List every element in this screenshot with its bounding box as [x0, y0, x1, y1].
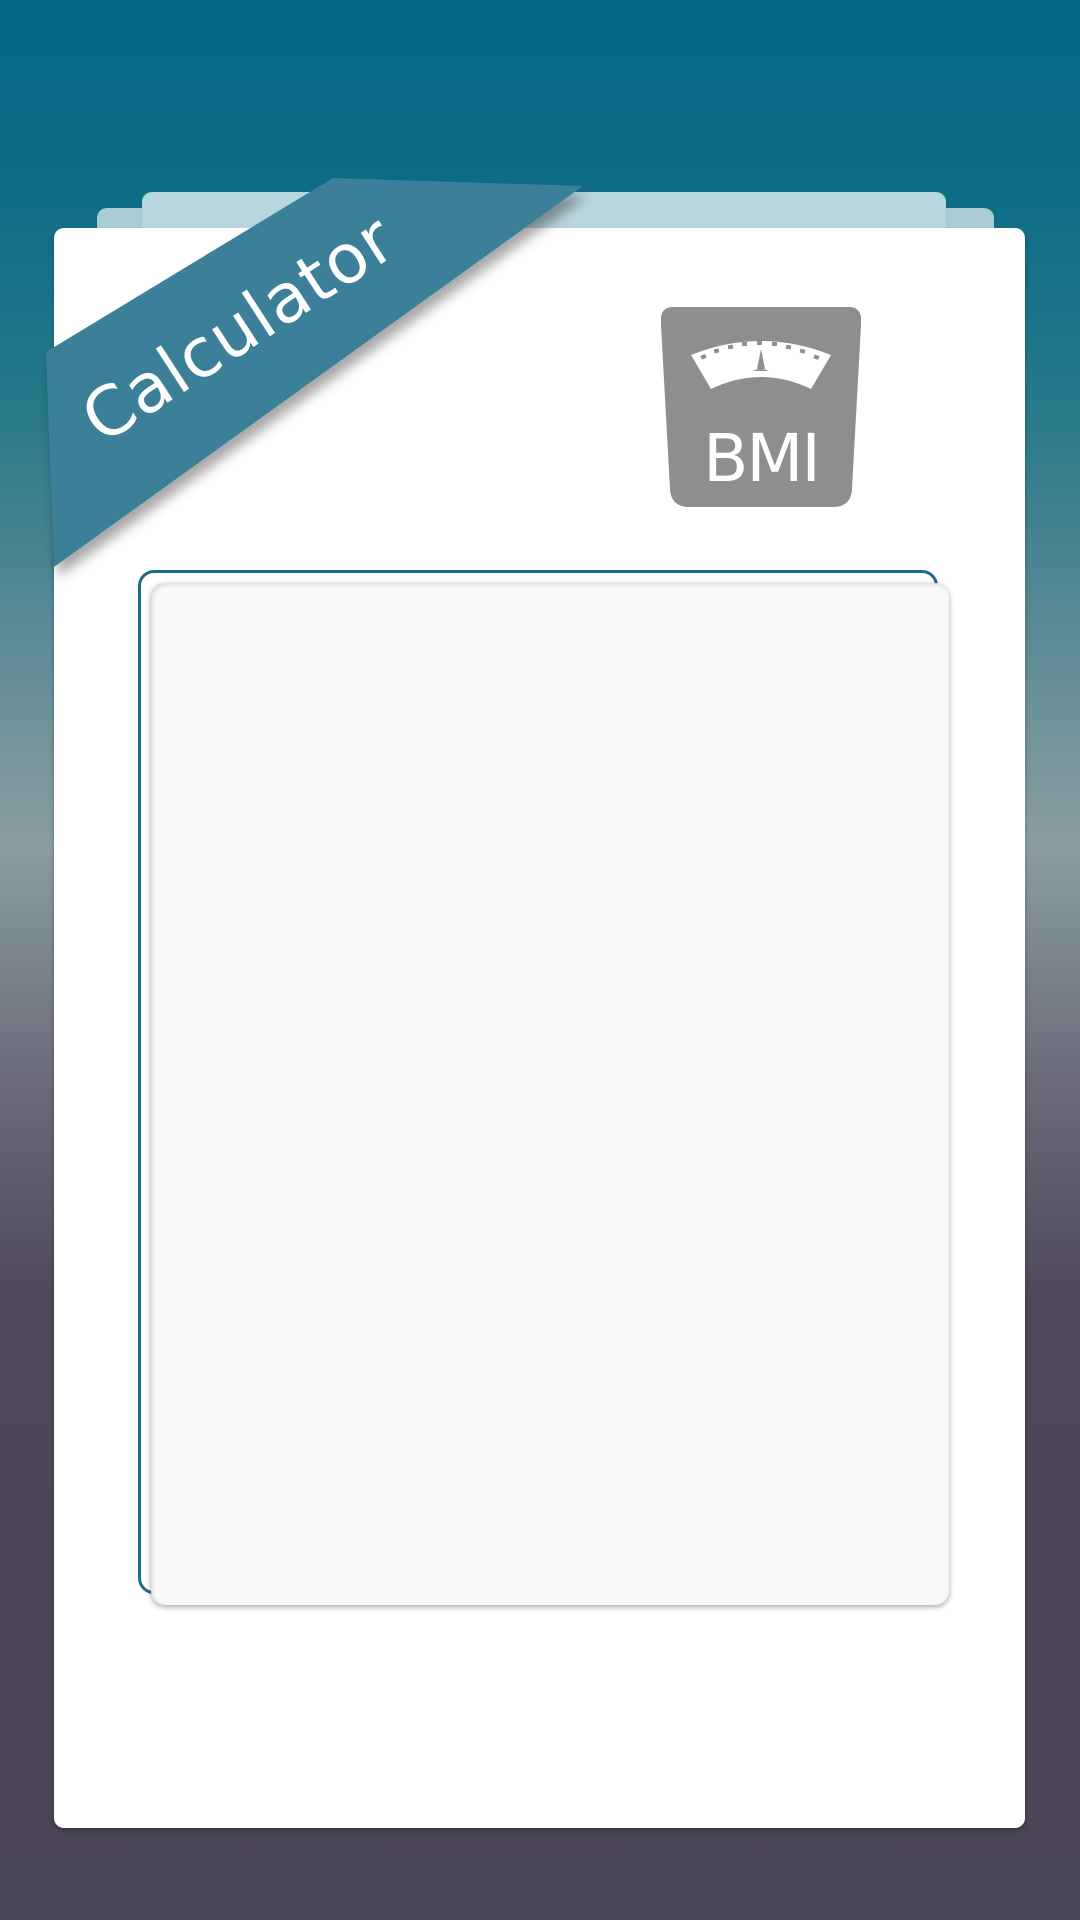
result-display: [151, 583, 949, 1605]
result-panel: [138, 570, 949, 1605]
bmi-logo-text: BMI: [703, 420, 821, 497]
